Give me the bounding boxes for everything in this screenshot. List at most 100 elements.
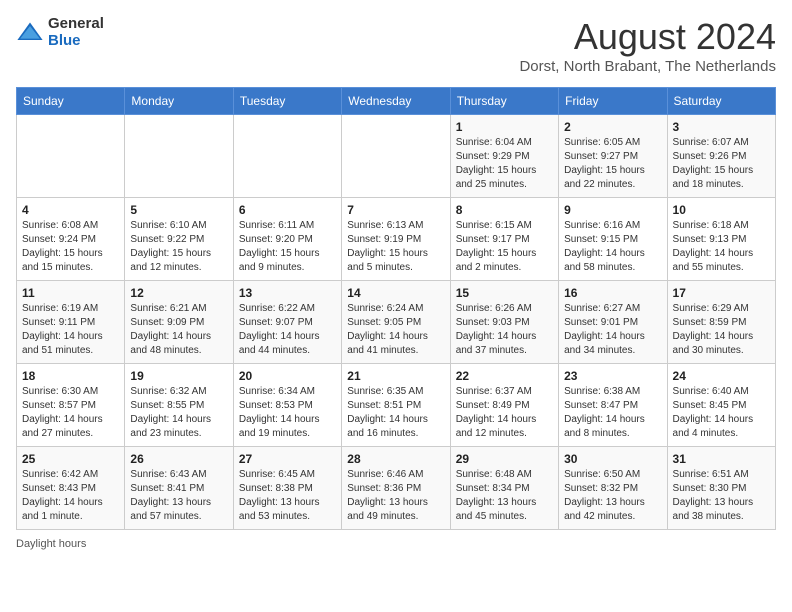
calendar-cell: 31 Sunrise: 6:51 AM Sunset: 8:30 PM Dayli…	[667, 447, 775, 530]
day-info: Sunrise: 6:35 AM Sunset: 8:51 PM Dayligh…	[347, 385, 444, 441]
calendar-week-row: 1 Sunrise: 6:04 AM Sunset: 9:29 PM Daylig…	[17, 115, 776, 198]
day-number: 5	[130, 203, 227, 217]
day-info: Sunrise: 6:46 AM Sunset: 8:36 PM Dayligh…	[347, 468, 444, 524]
calendar-cell: 12 Sunrise: 6:21 AM Sunset: 9:09 PM Dayli…	[125, 281, 233, 364]
calendar-header-friday: Friday	[559, 88, 667, 115]
calendar-cell	[233, 115, 341, 198]
day-info: Sunrise: 6:16 AM Sunset: 9:15 PM Dayligh…	[564, 219, 661, 275]
day-number: 1	[456, 120, 553, 134]
day-number: 27	[239, 452, 336, 466]
page-header: General Blue August 2024 Dorst, North Br…	[16, 16, 776, 75]
day-number: 25	[22, 452, 119, 466]
day-number: 15	[456, 286, 553, 300]
day-number: 26	[130, 452, 227, 466]
day-number: 7	[347, 203, 444, 217]
calendar-week-row: 18Sunrise: 6:30 AM Sunset: 8:57 PM Dayli…	[17, 364, 776, 447]
calendar-cell: 14Sunrise: 6:24 AM Sunset: 9:05 PM Dayli…	[342, 281, 450, 364]
calendar-week-row: 25 Sunrise: 6:42 AM Sunset: 8:43 PM Dayli…	[17, 447, 776, 530]
day-number: 31	[673, 452, 770, 466]
day-number: 4	[22, 203, 119, 217]
calendar-cell: 10Sunrise: 6:18 AM Sunset: 9:13 PM Dayli…	[667, 198, 775, 281]
day-info: Sunrise: 6:32 AM Sunset: 8:55 PM Dayligh…	[130, 385, 227, 441]
calendar-cell: 26 Sunrise: 6:43 AM Sunset: 8:41 PM Dayli…	[125, 447, 233, 530]
calendar-cell: 27 Sunrise: 6:45 AM Sunset: 8:38 PM Dayli…	[233, 447, 341, 530]
day-number: 22	[456, 369, 553, 383]
calendar-table: SundayMondayTuesdayWednesdayThursdayFrid…	[16, 87, 776, 530]
title-block: August 2024 Dorst, North Brabant, The Ne…	[519, 16, 776, 75]
day-info: Sunrise: 6:10 AM Sunset: 9:22 PM Dayligh…	[130, 219, 227, 275]
calendar-cell: 2Sunrise: 6:05 AM Sunset: 9:27 PM Daylig…	[559, 115, 667, 198]
day-number: 16	[564, 286, 661, 300]
calendar-cell: 7Sunrise: 6:13 AM Sunset: 9:19 PM Daylig…	[342, 198, 450, 281]
day-info: Sunrise: 6:08 AM Sunset: 9:24 PM Dayligh…	[22, 219, 119, 275]
day-number: 19	[130, 369, 227, 383]
logo-text: General Blue	[48, 16, 104, 49]
day-number: 12	[130, 286, 227, 300]
day-number: 10	[673, 203, 770, 217]
logo-general-text: General	[48, 16, 104, 33]
day-info: Sunrise: 6:19 AM Sunset: 9:11 PM Dayligh…	[22, 302, 119, 358]
calendar-cell: 8 Sunrise: 6:15 AM Sunset: 9:17 PM Daylig…	[450, 198, 558, 281]
calendar-cell	[342, 115, 450, 198]
calendar-cell: 29 Sunrise: 6:48 AM Sunset: 8:34 PM Dayli…	[450, 447, 558, 530]
day-info: Sunrise: 6:24 AM Sunset: 9:05 PM Dayligh…	[347, 302, 444, 358]
calendar-cell: 30 Sunrise: 6:50 AM Sunset: 8:32 PM Dayli…	[559, 447, 667, 530]
calendar-cell: 17 Sunrise: 6:29 AM Sunset: 8:59 PM Dayli…	[667, 281, 775, 364]
calendar-week-row: 4 Sunrise: 6:08 AM Sunset: 9:24 PM Daylig…	[17, 198, 776, 281]
day-info: Sunrise: 6:21 AM Sunset: 9:09 PM Dayligh…	[130, 302, 227, 358]
calendar-cell: 18Sunrise: 6:30 AM Sunset: 8:57 PM Dayli…	[17, 364, 125, 447]
calendar-cell: 4 Sunrise: 6:08 AM Sunset: 9:24 PM Daylig…	[17, 198, 125, 281]
day-number: 24	[673, 369, 770, 383]
day-info: Sunrise: 6:07 AM Sunset: 9:26 PM Dayligh…	[673, 136, 770, 192]
calendar-header-saturday: Saturday	[667, 88, 775, 115]
calendar-header-sunday: Sunday	[17, 88, 125, 115]
calendar-header-thursday: Thursday	[450, 88, 558, 115]
calendar-cell: 9 Sunrise: 6:16 AM Sunset: 9:15 PM Daylig…	[559, 198, 667, 281]
day-info: Sunrise: 6:45 AM Sunset: 8:38 PM Dayligh…	[239, 468, 336, 524]
day-info: Sunrise: 6:11 AM Sunset: 9:20 PM Dayligh…	[239, 219, 336, 275]
calendar-cell: 23Sunrise: 6:38 AM Sunset: 8:47 PM Dayli…	[559, 364, 667, 447]
day-info: Sunrise: 6:22 AM Sunset: 9:07 PM Dayligh…	[239, 302, 336, 358]
calendar-cell: 11Sunrise: 6:19 AM Sunset: 9:11 PM Dayli…	[17, 281, 125, 364]
logo: General Blue	[16, 16, 104, 49]
day-info: Sunrise: 6:29 AM Sunset: 8:59 PM Dayligh…	[673, 302, 770, 358]
calendar-cell: 19 Sunrise: 6:32 AM Sunset: 8:55 PM Dayli…	[125, 364, 233, 447]
day-number: 8	[456, 203, 553, 217]
day-number: 30	[564, 452, 661, 466]
day-number: 23	[564, 369, 661, 383]
calendar-cell: 22Sunrise: 6:37 AM Sunset: 8:49 PM Dayli…	[450, 364, 558, 447]
calendar-cell	[17, 115, 125, 198]
calendar-cell: 1 Sunrise: 6:04 AM Sunset: 9:29 PM Daylig…	[450, 115, 558, 198]
day-info: Sunrise: 6:05 AM Sunset: 9:27 PM Dayligh…	[564, 136, 661, 192]
day-info: Sunrise: 6:15 AM Sunset: 9:17 PM Dayligh…	[456, 219, 553, 275]
day-number: 3	[673, 120, 770, 134]
day-info: Sunrise: 6:42 AM Sunset: 8:43 PM Dayligh…	[22, 468, 119, 524]
calendar-cell: 3 Sunrise: 6:07 AM Sunset: 9:26 PM Daylig…	[667, 115, 775, 198]
calendar-header-tuesday: Tuesday	[233, 88, 341, 115]
calendar-cell: 6Sunrise: 6:11 AM Sunset: 9:20 PM Daylig…	[233, 198, 341, 281]
calendar-cell: 16 Sunrise: 6:27 AM Sunset: 9:01 PM Dayli…	[559, 281, 667, 364]
calendar-cell	[125, 115, 233, 198]
day-info: Sunrise: 6:04 AM Sunset: 9:29 PM Dayligh…	[456, 136, 553, 192]
day-number: 9	[564, 203, 661, 217]
daylight-hours-label: Daylight hours	[16, 538, 86, 550]
calendar-cell: 28 Sunrise: 6:46 AM Sunset: 8:36 PM Dayli…	[342, 447, 450, 530]
calendar-cell: 25 Sunrise: 6:42 AM Sunset: 8:43 PM Dayli…	[17, 447, 125, 530]
footer: Daylight hours	[16, 538, 776, 550]
calendar-cell: 24 Sunrise: 6:40 AM Sunset: 8:45 PM Dayli…	[667, 364, 775, 447]
calendar-cell: 5 Sunrise: 6:10 AM Sunset: 9:22 PM Daylig…	[125, 198, 233, 281]
calendar-header-row: SundayMondayTuesdayWednesdayThursdayFrid…	[17, 88, 776, 115]
day-number: 17	[673, 286, 770, 300]
month-year-title: August 2024	[519, 16, 776, 58]
day-info: Sunrise: 6:50 AM Sunset: 8:32 PM Dayligh…	[564, 468, 661, 524]
day-info: Sunrise: 6:51 AM Sunset: 8:30 PM Dayligh…	[673, 468, 770, 524]
day-info: Sunrise: 6:48 AM Sunset: 8:34 PM Dayligh…	[456, 468, 553, 524]
calendar-cell: 21Sunrise: 6:35 AM Sunset: 8:51 PM Dayli…	[342, 364, 450, 447]
day-number: 28	[347, 452, 444, 466]
day-number: 29	[456, 452, 553, 466]
logo-blue-text: Blue	[48, 33, 104, 50]
day-info: Sunrise: 6:40 AM Sunset: 8:45 PM Dayligh…	[673, 385, 770, 441]
calendar-header-wednesday: Wednesday	[342, 88, 450, 115]
day-info: Sunrise: 6:27 AM Sunset: 9:01 PM Dayligh…	[564, 302, 661, 358]
day-info: Sunrise: 6:43 AM Sunset: 8:41 PM Dayligh…	[130, 468, 227, 524]
